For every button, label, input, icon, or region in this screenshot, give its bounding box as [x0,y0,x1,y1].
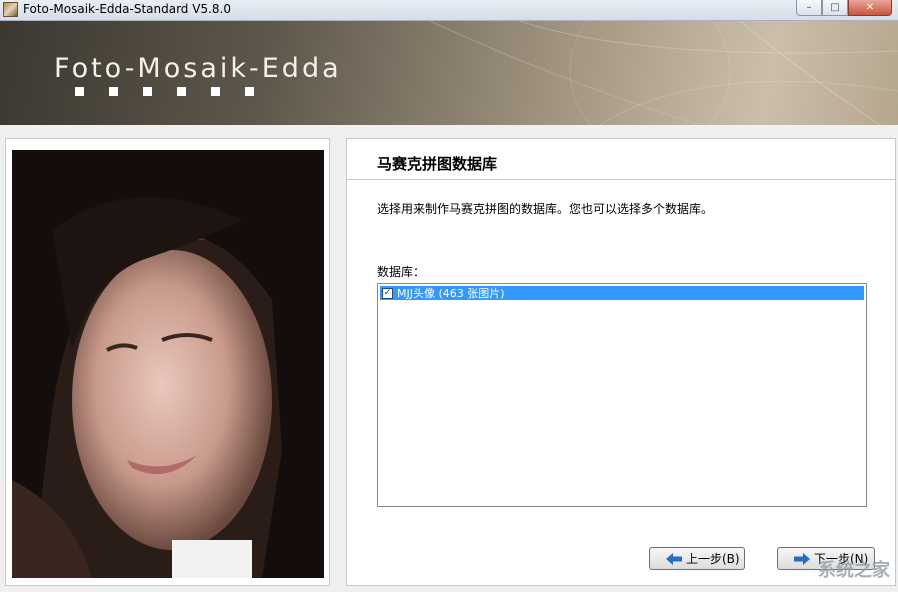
back-button[interactable]: 上一步(B) [649,547,745,570]
window-titlebar[interactable]: Foto-Mosaik-Edda-Standard V5.8.0 – □ ✕ [0,0,898,21]
preview-photo [12,150,324,578]
window-controls: – □ ✕ [796,0,892,16]
step-dot [143,87,152,96]
step-dot [109,87,118,96]
check-icon: ✓ [383,287,392,298]
arrow-left-icon [666,552,682,565]
banner-logo: Foto-Mosaik-Edda [54,53,342,84]
close-icon: ✕ [865,2,875,13]
arrow-right-icon [794,552,810,565]
database-label: 数据库： [377,265,426,279]
site-watermark: 系统之家 [818,560,890,581]
database-list[interactable]: ✓ MJJ头像 (463 张图片) [377,283,867,507]
minimize-icon: – [806,2,812,13]
wizard-panel: 马赛克拼图数据库 选择用来制作马赛克拼图的数据库。您也可以选择多个数据库。 数据… [346,138,896,586]
maximize-icon: □ [830,2,840,13]
banner-step-dots [75,87,279,96]
step-dot [245,87,254,96]
window-title: Foto-Mosaik-Edda-Standard V5.8.0 [23,2,231,16]
app-icon [3,2,18,17]
page-title: 马赛克拼图数据库 [377,155,498,173]
close-button[interactable]: ✕ [848,0,892,16]
maximize-button[interactable]: □ [822,0,848,16]
app-banner: Foto-Mosaik-Edda [0,21,898,125]
preview-panel [5,138,330,586]
database-item-label: MJJ头像 (463 张图片) [397,287,505,300]
back-button-label: 上一步(B) [686,552,740,566]
page-description: 选择用来制作马赛克拼图的数据库。您也可以选择多个数据库。 [377,202,714,216]
step-dot [177,87,186,96]
step-dot [211,87,220,96]
database-checkbox[interactable]: ✓ [382,287,393,299]
step-dot [75,87,84,96]
list-item[interactable]: ✓ MJJ头像 (463 张图片) [380,286,864,300]
wizard-header: 马赛克拼图数据库 [347,139,895,180]
minimize-button[interactable]: – [796,0,822,16]
